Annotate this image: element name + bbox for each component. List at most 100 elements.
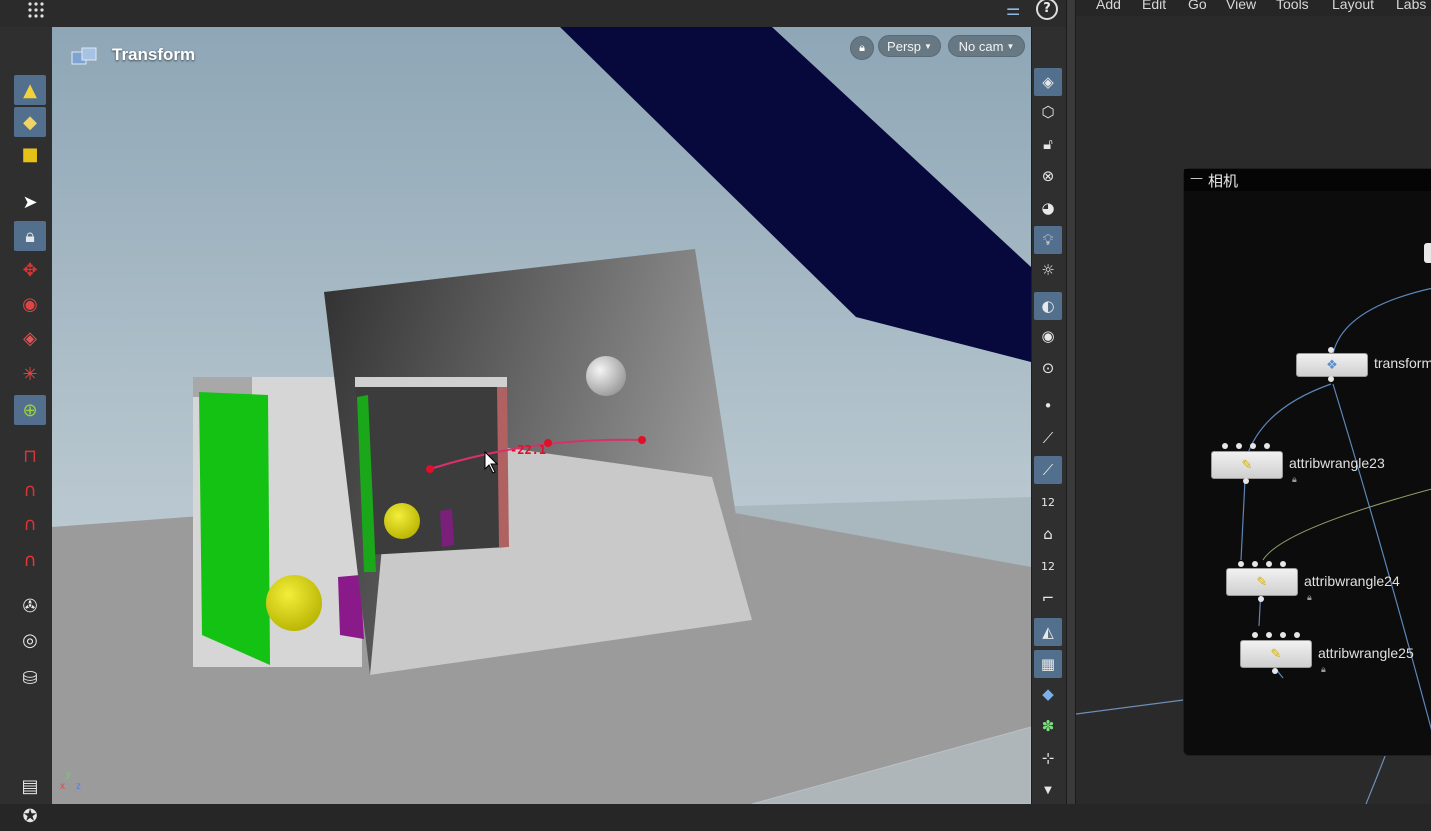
- node-input-dot[interactable]: [1222, 443, 1228, 449]
- node-lock-icon: 🔒︎: [1307, 593, 1312, 603]
- node-lock-icon: 🔒︎: [1292, 475, 1297, 485]
- node-input-dot[interactable]: [1250, 443, 1256, 449]
- left-toolbar: ▲ ◆ ■ ➤ 🔒︎ ✥ ◉ ◈ ✳ ⊕ ⊓ ∩ ∩ ∩ ✇ ◎ ⛁ ▤ ✪: [0, 27, 53, 827]
- display-layers-icon[interactable]: ◈: [1034, 68, 1062, 96]
- diamond-icon[interactable]: ◆: [1034, 680, 1062, 708]
- node-input-dot[interactable]: [1266, 561, 1272, 567]
- menu-edit[interactable]: Edit: [1142, 0, 1166, 12]
- pane-divider[interactable]: [1066, 0, 1076, 804]
- curve-display-icon[interactable]: ⌐: [1034, 584, 1062, 612]
- offscreen-node[interactable]: [1424, 243, 1431, 263]
- viewport-lock-icon[interactable]: 🔒︎: [850, 36, 874, 60]
- normals-icon[interactable]: ◭: [1034, 618, 1062, 646]
- point-numbers-icon[interactable]: 12: [1034, 488, 1062, 516]
- render-region-icon[interactable]: ⛁: [14, 663, 46, 693]
- light-bulb-icon[interactable]: 💡︎: [1034, 226, 1062, 254]
- node-attribwrangle25[interactable]: ✎: [1240, 640, 1312, 668]
- node-input-dot[interactable]: [1252, 561, 1258, 567]
- object-select-mode-icon[interactable]: ▲: [14, 75, 46, 105]
- film-reel-icon[interactable]: ✪: [14, 801, 46, 831]
- menu-go[interactable]: Go: [1188, 0, 1207, 12]
- node-output-dot[interactable]: [1243, 478, 1249, 484]
- node-input-dot[interactable]: [1236, 443, 1242, 449]
- pivot-icon[interactable]: ⊹: [1034, 744, 1062, 772]
- node-attribwrangle23[interactable]: ✎: [1211, 451, 1283, 479]
- scroll-down-icon[interactable]: ▼: [1034, 776, 1062, 804]
- rotate-tool-icon[interactable]: ◉: [14, 289, 46, 319]
- chevron-down-icon: ▼: [924, 41, 932, 51]
- wrangle-node-icon: ✎: [1270, 646, 1282, 662]
- node-label-attribwrangle24: attribwrangle24: [1304, 573, 1400, 589]
- transform-node-icon: [68, 46, 102, 70]
- menu-labs[interactable]: Labs: [1396, 0, 1426, 12]
- axis-gizmo: y x z: [60, 769, 90, 797]
- brush-icon[interactable]: ⟋: [1034, 424, 1062, 452]
- node-input-dot[interactable]: [1294, 632, 1300, 638]
- shading-sphere-icon[interactable]: ◕: [1034, 194, 1062, 222]
- magnet-icon[interactable]: ∩: [14, 545, 46, 575]
- help-icon[interactable]: ?: [1036, 0, 1058, 20]
- axis-z-label: z: [76, 781, 81, 792]
- node-input-dot[interactable]: [1266, 632, 1272, 638]
- geometry-select-mode-icon[interactable]: ◆: [14, 107, 46, 137]
- viewport-title: Transform: [112, 45, 196, 64]
- wireframe-icon[interactable]: ⬡: [1034, 98, 1062, 126]
- view-mode-label: Persp: [887, 38, 922, 54]
- 3d-viewport[interactable]: -22.1 y x z: [52, 27, 1031, 804]
- handle-tool-icon[interactable]: ⊕: [14, 395, 46, 425]
- menu-view[interactable]: View: [1226, 0, 1256, 12]
- node-output-dot[interactable]: [1328, 376, 1334, 382]
- network-menu-bar: Add Edit Go View Tools Layout Labs: [1076, 0, 1431, 16]
- light-icon[interactable]: ☼: [1034, 256, 1062, 284]
- viewport-top-strip: ⚌ ?: [0, 0, 1066, 28]
- node-label-attribwrangle25: attribwrangle25: [1318, 645, 1414, 661]
- point-display-icon[interactable]: •: [1034, 392, 1062, 420]
- snap-curve-icon[interactable]: ∩: [14, 475, 46, 505]
- lock-icon[interactable]: 🔒︎: [14, 221, 46, 251]
- paint-icon[interactable]: ⌂: [1034, 520, 1062, 548]
- transform-tool-icon[interactable]: ✥: [14, 255, 46, 285]
- close-circle-icon[interactable]: ⊗: [1034, 162, 1062, 190]
- camera-tool-icon[interactable]: ✇: [14, 591, 46, 621]
- snap-point-icon[interactable]: ∩: [14, 509, 46, 539]
- node-input-dot[interactable]: [1280, 632, 1286, 638]
- scale-tool-icon[interactable]: ◈: [14, 323, 46, 353]
- select-arrow-icon[interactable]: ➤: [14, 187, 46, 217]
- node-output-dot[interactable]: [1272, 668, 1278, 674]
- node-transform[interactable]: ❖: [1296, 353, 1368, 377]
- node-lock-icon: 🔒︎: [1321, 665, 1326, 675]
- camera-visibility-icon[interactable]: ⊙: [1034, 354, 1062, 382]
- node-output-dot[interactable]: [1258, 596, 1264, 602]
- pose-tool-icon[interactable]: ✳: [14, 359, 46, 389]
- node-input-dot[interactable]: [1252, 632, 1258, 638]
- primitive-numbers-icon[interactable]: 12: [1034, 552, 1062, 580]
- dynamics-select-mode-icon[interactable]: ■: [14, 139, 46, 169]
- snap-grid-icon[interactable]: ⊓: [14, 441, 46, 471]
- node-input-dot[interactable]: [1328, 347, 1334, 353]
- camera-dropdown[interactable]: No cam ▼: [948, 35, 1025, 57]
- view-handle-icon[interactable]: ◎: [14, 625, 46, 655]
- scene-render: [52, 27, 1031, 804]
- handle-readout: -22.1: [510, 443, 547, 457]
- menu-tools[interactable]: Tools: [1276, 0, 1309, 12]
- display-options-icon[interactable]: ⚌: [1006, 0, 1028, 22]
- pin-icon[interactable]: ⟋: [1034, 456, 1062, 484]
- view-mode-dropdown[interactable]: Persp ▼: [878, 35, 941, 57]
- checker-icon[interactable]: ▦: [1034, 650, 1062, 678]
- stack-icon[interactable]: ▤: [14, 771, 46, 801]
- node-input-dot[interactable]: [1238, 561, 1244, 567]
- unlock-icon[interactable]: 🔓︎: [1034, 130, 1062, 158]
- app-grid-icon[interactable]: [26, 0, 48, 20]
- camera-label: No cam: [958, 38, 1004, 54]
- node-label-transform: transform: [1374, 355, 1431, 371]
- wrangle-node-icon: ✎: [1256, 574, 1268, 590]
- chevron-down-icon: ▼: [1006, 41, 1015, 51]
- node-input-dot[interactable]: [1280, 561, 1286, 567]
- menu-add[interactable]: Add: [1096, 0, 1121, 12]
- visibility-icon[interactable]: ◉: [1034, 322, 1062, 350]
- node-input-dot[interactable]: [1264, 443, 1270, 449]
- shadow-icon[interactable]: ◐: [1034, 292, 1062, 320]
- geometry-mesh-icon[interactable]: ✽: [1034, 712, 1062, 740]
- menu-layout[interactable]: Layout: [1332, 0, 1374, 12]
- node-attribwrangle24[interactable]: ✎: [1226, 568, 1298, 596]
